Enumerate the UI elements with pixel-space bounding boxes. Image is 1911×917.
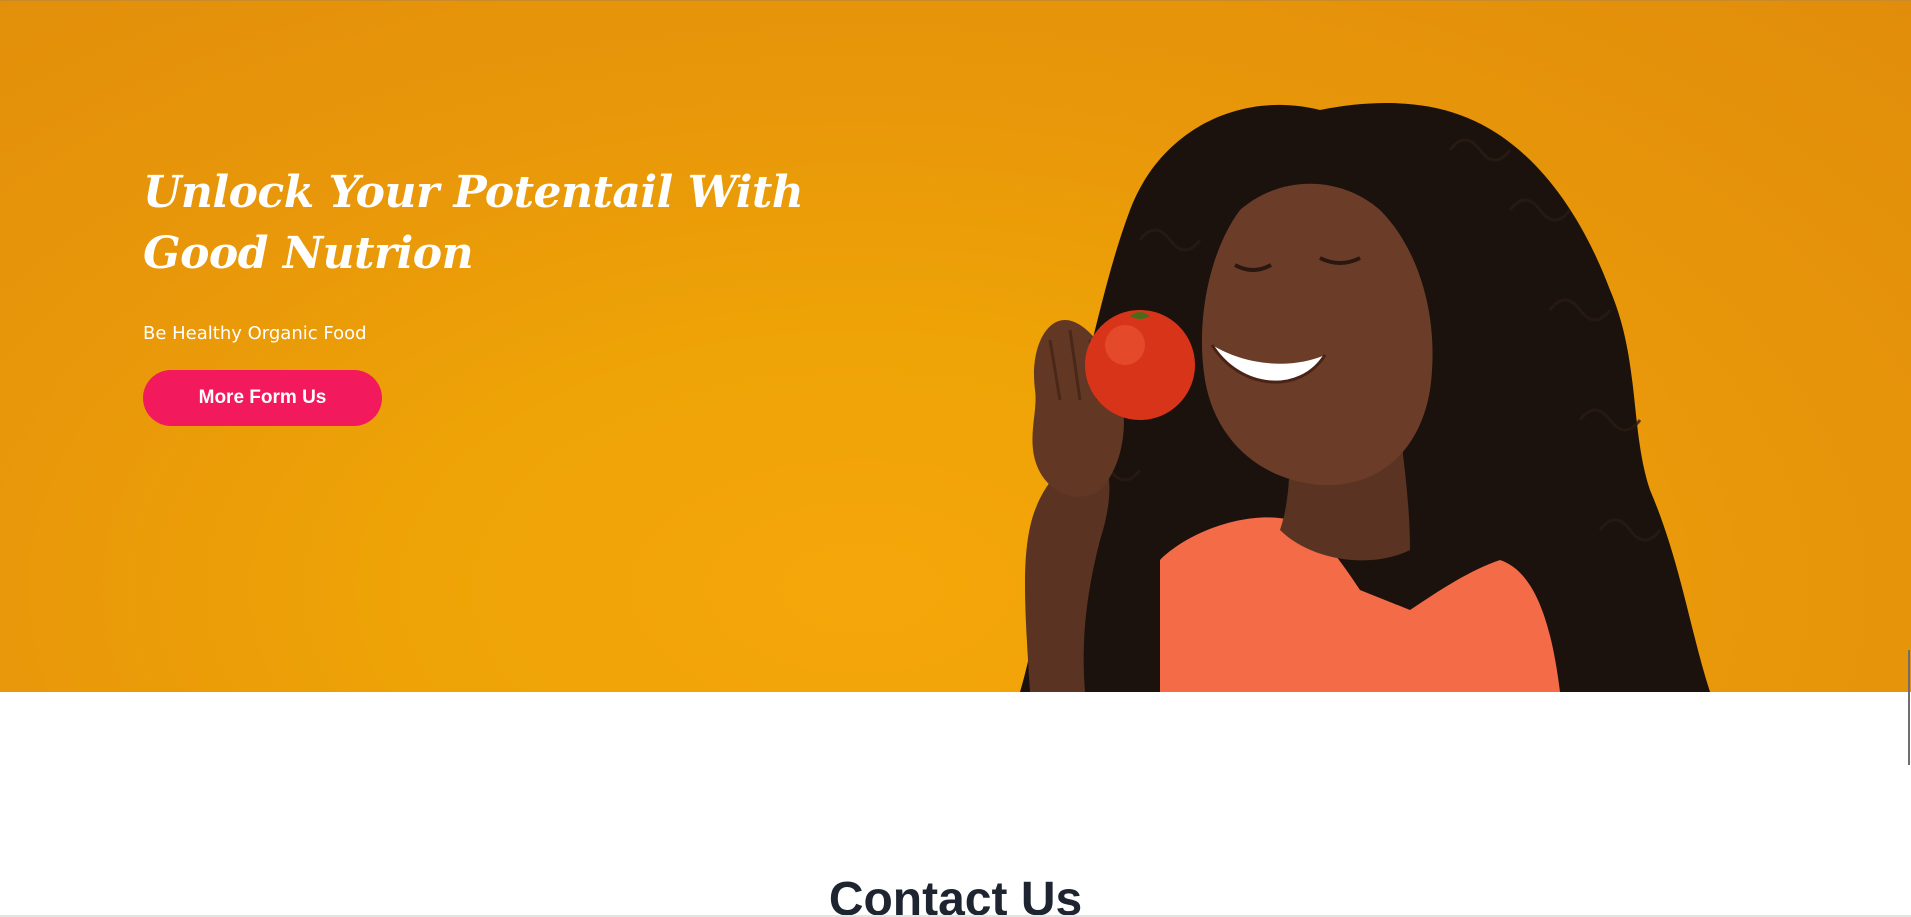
hero-banner: Unlock Your Potentail With Good Nutrion … xyxy=(0,0,1911,692)
more-from-us-button[interactable]: More Form Us xyxy=(143,370,382,426)
page: Unlock Your Potentail With Good Nutrion … xyxy=(0,0,1911,917)
scrollbar-thumb[interactable] xyxy=(1908,650,1910,765)
hero-subtitle: Be Healthy Organic Food xyxy=(143,323,367,344)
hero-title: Unlock Your Potentail With Good Nutrion xyxy=(143,167,804,279)
hero-content: Unlock Your Potentail With Good Nutrion … xyxy=(143,162,863,426)
woman-eating-tomato-image xyxy=(1020,103,1710,692)
contact-section-title: Contact Us xyxy=(828,873,1083,917)
hero-top-border xyxy=(0,0,1911,1)
page-scrollbar[interactable] xyxy=(1907,0,1911,917)
